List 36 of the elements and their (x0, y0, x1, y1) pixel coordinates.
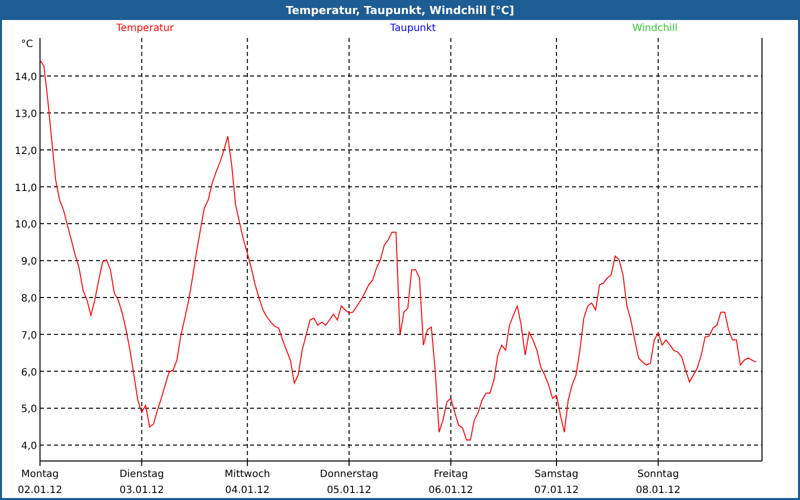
y-tick-label: 10,0 (14, 220, 37, 231)
y-tick-label: 13,0 (14, 108, 37, 120)
weekday-label: Montag (21, 469, 59, 480)
weekday-label: Freitag (434, 469, 468, 480)
legend-label: Windchill (632, 22, 678, 34)
y-tick-label: 14,0 (14, 72, 37, 84)
y-tick-label: 11,0 (14, 182, 37, 194)
date-label: 07.01.12 (534, 485, 579, 496)
weekday-label: Mittwoch (224, 469, 270, 480)
date-label: 08.01.12 (636, 485, 680, 496)
y-tick-label: 12,0 (14, 146, 37, 157)
weekday-label: Donnerstag (320, 469, 378, 480)
legend-label: Taupunkt (390, 22, 436, 34)
tick-mark (556, 460, 557, 466)
date-label: 06.01.12 (428, 485, 474, 496)
y-tick-label: 7,0 (21, 330, 37, 342)
tick-mark (246, 460, 248, 466)
weekday-label: Dienstag (119, 469, 164, 480)
tick-mark (141, 460, 142, 466)
y-tick-label: 4,0 (21, 441, 37, 452)
tick-mark (658, 460, 659, 466)
unit-label: °C (21, 39, 33, 50)
window-title: Temperatur, Taupunkt, Windchill [°C] (0, 0, 800, 20)
date-label: 03.01.12 (119, 485, 164, 496)
date-label: 02.01.12 (18, 485, 62, 496)
y-tick-label: 6,0 (21, 367, 37, 378)
legend-label: Temperatur (116, 22, 174, 34)
weekday-label: Sonntag (637, 469, 679, 480)
y-tick-label: 9,0 (21, 256, 37, 268)
y-tick-label: 5,0 (21, 404, 37, 416)
y-tick-label: 8,0 (21, 293, 37, 304)
tick-mark (348, 460, 350, 466)
date-label: 05.01.12 (326, 485, 372, 496)
tick-mark (450, 460, 452, 466)
date-label: 04.01.12 (225, 485, 270, 496)
weekday-label: Samstag (534, 469, 578, 480)
